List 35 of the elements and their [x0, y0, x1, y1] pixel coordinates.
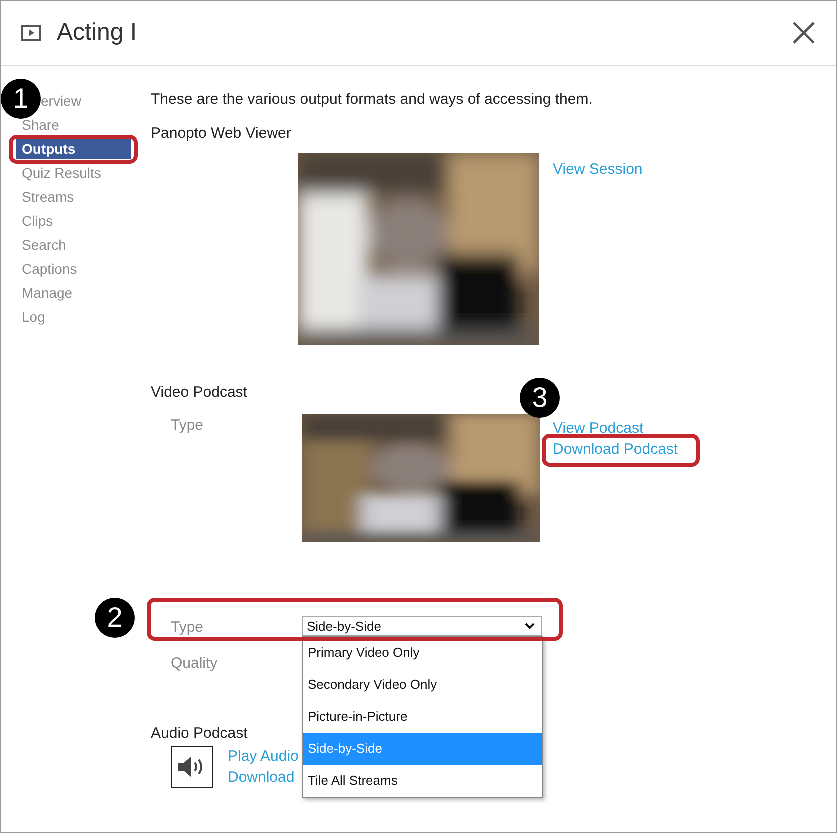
view-session-link[interactable]: View Session: [553, 159, 643, 180]
sidebar-item[interactable]: Share: [22, 116, 60, 134]
field-label: Type: [170, 618, 205, 638]
sidebar-item[interactable]: Manage: [22, 284, 73, 302]
video-icon: [21, 25, 41, 41]
intro-text: These are the various output formats and ways of accessing them.: [151, 90, 594, 110]
field-label: Quality: [170, 654, 219, 674]
dropdown-option[interactable]: Picture-in-Picture: [303, 701, 542, 733]
sidebar-item[interactable]: Outputs: [16, 139, 131, 159]
sidebar-item[interactable]: Streams: [22, 188, 74, 206]
section-heading: Audio Podcast: [151, 724, 248, 744]
type-select[interactable]: Side-by-Side: [302, 616, 542, 636]
chevron-icon: [525, 622, 535, 630]
dropdown-option[interactable]: Tile All Streams: [303, 765, 542, 797]
audio-link[interactable]: Download: [228, 767, 299, 788]
sidebar-item[interactable]: erview: [41, 92, 82, 110]
dropdown-option[interactable]: Side-by-Side: [303, 733, 542, 765]
dropdown-option[interactable]: Secondary Video Only: [303, 669, 542, 701]
sidebar-item[interactable]: Log: [22, 308, 46, 326]
step-number: 1: [1, 79, 41, 119]
speaker-icon: [171, 746, 213, 788]
podcast-link[interactable]: View Podcast: [553, 418, 678, 439]
sidebar-item[interactable]: Quiz Results: [22, 164, 102, 182]
section-heading: Panopto Web Viewer: [151, 124, 292, 144]
close-button[interactable]: [792, 21, 816, 45]
section-heading: Video Podcast: [151, 383, 248, 403]
window-title: Acting I: [57, 19, 138, 47]
sidebar-item[interactable]: Captions: [22, 260, 78, 278]
podcast-link[interactable]: Download Podcast: [553, 439, 678, 460]
field-label: Type: [170, 416, 205, 436]
sidebar-item[interactable]: Clips: [22, 212, 54, 230]
sidebar-item[interactable]: Search: [22, 236, 66, 254]
step-number: 2: [95, 598, 135, 638]
audio-link[interactable]: Play Audio: [228, 746, 299, 767]
step-number: 3: [520, 378, 560, 418]
